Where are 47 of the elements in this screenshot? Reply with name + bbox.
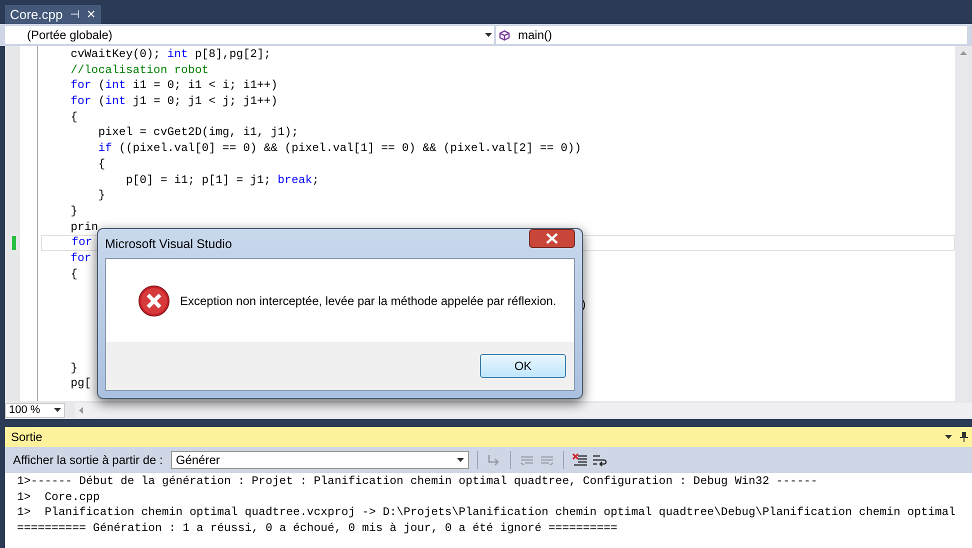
ok-button[interactable]: OK [480, 354, 566, 378]
clear-icon[interactable] [572, 452, 588, 468]
output-line: 1> Planification chemin optimal quadtree.vcxproj -> D:\Projets\Planification chemin optimal quadtree\Debug\Planification chemin optimal [16, 505, 957, 520]
code-line: { [70, 110, 78, 124]
pin-icon[interactable] [960, 432, 968, 442]
code-line: prin [70, 220, 98, 234]
caret-icon [456, 458, 464, 462]
code-line: pixel = cvGet2D(img, i1, j1); [97, 126, 298, 140]
close-button[interactable]: × [86, 6, 96, 23]
code-line: } [97, 189, 106, 202]
dialog-message: Exception non interceptée, levée par la méthode appelée par réflexion. [180, 294, 556, 308]
code-line: } [70, 204, 78, 218]
caret-icon [485, 33, 492, 37]
source-dropdown[interactable]: Générer [170, 451, 469, 469]
member-dropdown[interactable]: main() [496, 26, 967, 44]
code-line: //localisation robot [70, 64, 209, 77]
scroll-up-icon[interactable] [960, 51, 967, 55]
code-line: p[0] = i1; p[1] = j1; break; [124, 174, 320, 186]
pin-button[interactable]: ⊣ [70, 8, 80, 21]
code-line: { [97, 158, 106, 171]
output-line: 1> Core.cpp [16, 490, 101, 505]
output-line: ========== Génération : 1 a réussi, 0 a échoué, 0 mis à jour, 0 a été ignoré ========== [16, 520, 618, 536]
error-icon [138, 284, 170, 316]
code-line: for (int i1 = 0; i1 < i; i1++) [70, 79, 278, 92]
scope-dropdown[interactable]: (Portée globale) [5, 26, 494, 44]
vertical-scrollbar[interactable] [955, 46, 972, 401]
code-line: } [70, 362, 78, 375]
code-line: pg[ [70, 377, 92, 390]
source-label: Afficher la sortie à partir de : [13, 453, 163, 467]
code-line: for [70, 252, 92, 265]
panel-title: Sortie [11, 430, 42, 444]
document-tab[interactable]: Core.cpp ⊣ × [5, 5, 101, 24]
code-line: for [70, 236, 92, 250]
caret-icon[interactable] [945, 435, 952, 439]
code-line: if ((pixel.val[0] == 0) && (pixel.val[1] == 0) && (pixel.val[2] == 0)) [97, 142, 582, 156]
code-line: { [70, 268, 78, 281]
output-line: 1>------ Début de la génération : Projet : Planification chemin optimal quadtree, Configuration : Debug Win32 ------ [16, 474, 819, 490]
cube-icon [499, 30, 510, 40]
scroll-left-icon[interactable] [79, 406, 83, 414]
dialog-title: Microsoft Visual Studio [105, 237, 232, 251]
code-line: for (int j1 = 0; j1 < j; j1++) [70, 95, 278, 108]
close-button[interactable] [529, 229, 575, 248]
tab-title: Core.cpp [10, 7, 63, 22]
horizontal-scrollbar[interactable] [75, 403, 972, 417]
caret-icon [54, 408, 61, 412]
code-line: cvWaitKey(0); int p[8],pg[2]; [70, 48, 271, 61]
zoom-dropdown[interactable]: 100 % [5, 402, 65, 418]
